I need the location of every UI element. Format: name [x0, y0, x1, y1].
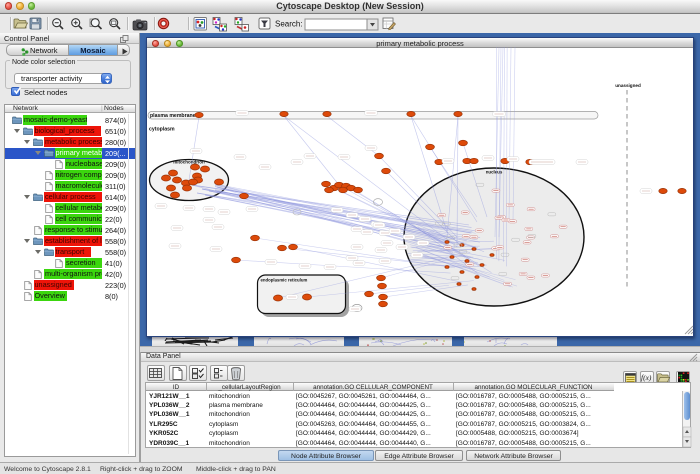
- svg-text:unassigned: unassigned: [615, 83, 641, 88]
- svg-text:plasma membrane: plasma membrane: [150, 113, 196, 119]
- svg-text:Search:: Search:: [275, 20, 303, 29]
- svg-text:mitochondrion: mitochondrion: [173, 160, 205, 165]
- svg-text:cytoplasm: cytoplasm: [149, 127, 175, 133]
- svg-text:endoplasmic reticulum: endoplasmic reticulum: [261, 278, 308, 283]
